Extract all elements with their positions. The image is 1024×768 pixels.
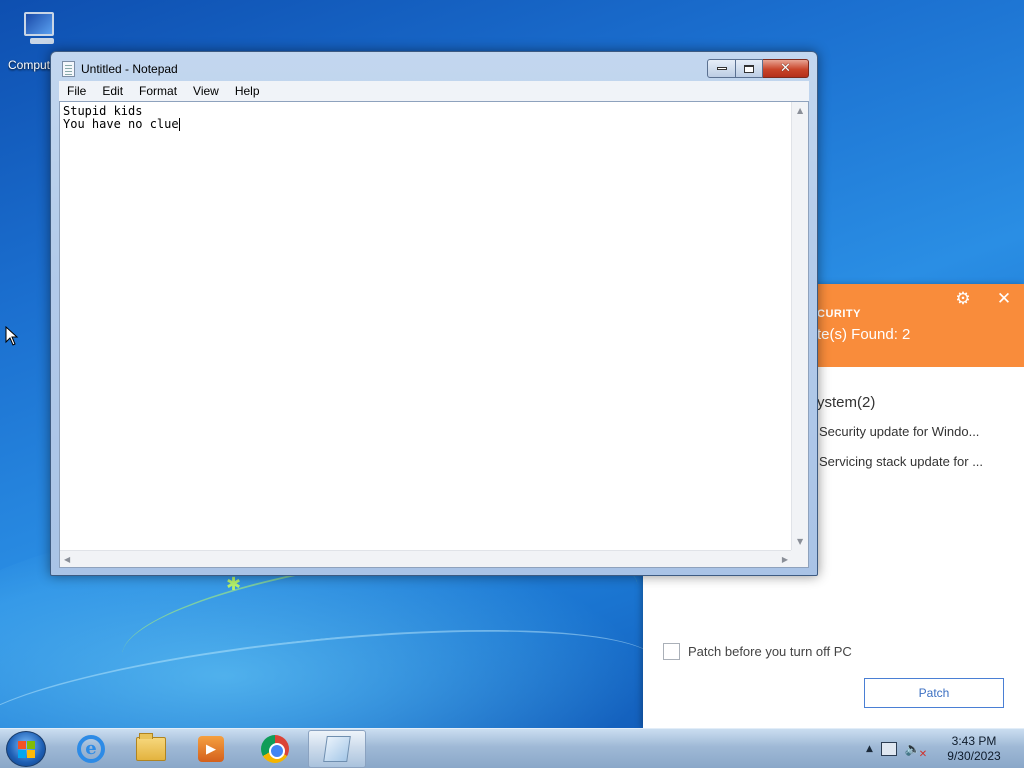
network-icon[interactable] <box>880 742 897 756</box>
scrollbar-corner <box>791 550 808 567</box>
update-item[interactable]: Security update for Windo... <box>819 424 979 439</box>
ie-icon: e <box>77 735 105 763</box>
computer-icon <box>18 8 62 50</box>
menu-file[interactable]: File <box>59 84 94 98</box>
volume-muted-icon[interactable]: 🔈 ✕ <box>905 742 927 760</box>
scroll-right-icon[interactable]: ▶ <box>782 555 788 565</box>
updates-found-count: te(s) Found: 2 <box>817 326 911 343</box>
text-caret <box>178 118 180 131</box>
system-tray: ▲ 🔈 ✕ <box>866 737 927 761</box>
maximize-button[interactable] <box>736 59 763 78</box>
clock-date: 9/30/2023 <box>947 749 1001 763</box>
taskbar-app-chrome[interactable] <box>246 730 304 768</box>
maximize-icon <box>744 64 754 73</box>
clock-time: 3:43 PM <box>951 734 997 748</box>
notepad-window: Untitled - Notepad ✕ File Edit Format Vi… <box>50 51 818 576</box>
close-button[interactable]: ✕ <box>763 59 809 78</box>
taskbar: e ▶ ▲ 🔈 ✕ 3:43 PM 9/30/2023 <box>0 728 1024 768</box>
scroll-down-icon[interactable]: ▼ <box>797 537 803 547</box>
show-hidden-icons-icon[interactable]: ▲ <box>866 744 873 754</box>
notepad-icon <box>323 736 351 762</box>
close-icon: ✕ <box>780 61 791 76</box>
text-line: Stupid kids <box>63 104 143 118</box>
scroll-up-icon[interactable]: ▲ <box>797 106 803 116</box>
patch-on-shutdown-label: Patch before you turn off PC <box>688 644 852 659</box>
menu-bar: File Edit Format View Help <box>59 81 809 101</box>
menu-help[interactable]: Help <box>227 84 268 98</box>
clock[interactable]: 3:43 PM 9/30/2023 <box>938 734 1010 764</box>
horizontal-scrollbar[interactable]: ◀ ▶ <box>60 550 792 567</box>
wallpaper-flower: ✱ <box>226 574 242 595</box>
folder-icon <box>136 733 166 761</box>
patch-button[interactable]: Patch <box>864 678 1004 708</box>
minimize-icon <box>716 67 727 70</box>
text-editor-area[interactable]: Stupid kids You have no clue ▲ ▼ ◀ ▶ <box>59 101 809 568</box>
chrome-icon <box>261 735 289 763</box>
notepad-icon <box>62 61 75 77</box>
close-icon[interactable]: ✕ <box>995 290 1013 308</box>
notepad-titlebar[interactable]: Untitled - Notepad ✕ <box>51 52 817 82</box>
update-item[interactable]: Servicing stack update for ... <box>819 454 983 469</box>
window-title: Untitled - Notepad <box>81 62 178 76</box>
text-content[interactable]: Stupid kids You have no clue <box>62 104 790 549</box>
media-player-icon: ▶ <box>198 736 224 762</box>
taskbar-app-ie[interactable]: e <box>62 730 120 768</box>
scroll-left-icon[interactable]: ◀ <box>64 555 70 565</box>
gear-icon[interactable]: ⚙ <box>954 290 972 308</box>
update-category: ystem(2) <box>817 394 876 411</box>
taskbar-app-media-player[interactable]: ▶ <box>182 730 240 768</box>
menu-view[interactable]: View <box>185 84 227 98</box>
menu-format[interactable]: Format <box>131 84 185 98</box>
vertical-scrollbar[interactable]: ▲ ▼ <box>791 102 808 551</box>
menu-edit[interactable]: Edit <box>94 84 131 98</box>
taskbar-app-explorer[interactable] <box>122 730 180 768</box>
security-brand: CURITY <box>817 308 861 320</box>
windows-logo-icon <box>18 741 36 759</box>
text-line: You have no clue <box>63 117 179 131</box>
start-button[interactable] <box>6 731 46 767</box>
patch-on-shutdown-checkbox[interactable] <box>663 643 680 660</box>
taskbar-app-notepad[interactable] <box>308 730 366 768</box>
minimize-button[interactable] <box>707 59 736 78</box>
